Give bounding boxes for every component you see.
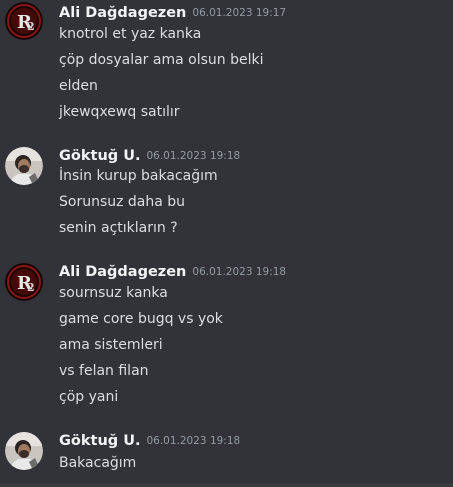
- svg-text:2: 2: [27, 20, 35, 33]
- message-text: knotrol et yaz kanka: [59, 26, 202, 42]
- message-text: senin açtıkların ?: [59, 220, 178, 236]
- message-text: jkewqxewq satılır: [59, 104, 180, 120]
- timestamp[interactable]: 06.01.2023 19:18: [192, 266, 286, 278]
- message-header: Göktuğ U. 06.01.2023 19:18: [59, 145, 240, 167]
- timestamp[interactable]: 06.01.2023 19:18: [146, 435, 240, 447]
- message-text: game core bugq vs yok: [59, 311, 223, 327]
- timestamp[interactable]: 06.01.2023 19:18: [146, 150, 240, 162]
- message-header: Göktuğ U. 06.01.2023 19:18: [59, 430, 240, 452]
- message-header: Ali Dağdagezen 06.01.2023 19:18: [59, 261, 286, 283]
- message-text: Bakacağım: [59, 455, 137, 471]
- r2-logo-avatar-icon[interactable]: R 2: [5, 263, 43, 301]
- message-text: ama sistemleri: [59, 337, 163, 353]
- username[interactable]: Ali Dağdagezen: [59, 5, 186, 21]
- message-text: elden: [59, 78, 98, 94]
- chat-message-list: R 2 Ali Dağdagezen 06.01.2023 19:17 knotr…: [0, 0, 453, 487]
- person-photo-avatar-icon[interactable]: [5, 432, 43, 470]
- r2-logo-avatar-icon[interactable]: R 2: [5, 2, 43, 40]
- message-composer-edge: [0, 483, 453, 487]
- svg-text:2: 2: [27, 281, 35, 294]
- message-header: Ali Dağdagezen 06.01.2023 19:17: [59, 2, 286, 24]
- timestamp[interactable]: 06.01.2023 19:17: [192, 7, 286, 19]
- message-text: vs felan filan: [59, 363, 149, 379]
- username[interactable]: Ali Dağdagezen: [59, 264, 186, 280]
- message-text: çöp dosyalar ama olsun belki: [59, 52, 264, 68]
- message-text: İnsin kurup bakacağım: [59, 168, 218, 184]
- person-photo-avatar-icon[interactable]: [5, 147, 43, 185]
- username[interactable]: Göktuğ U.: [59, 148, 140, 164]
- message-text: çöp yani: [59, 389, 119, 405]
- username[interactable]: Göktuğ U.: [59, 433, 140, 449]
- message-text: sournsuz kanka: [59, 285, 168, 301]
- message-text: Sorunsuz daha bu: [59, 194, 186, 210]
